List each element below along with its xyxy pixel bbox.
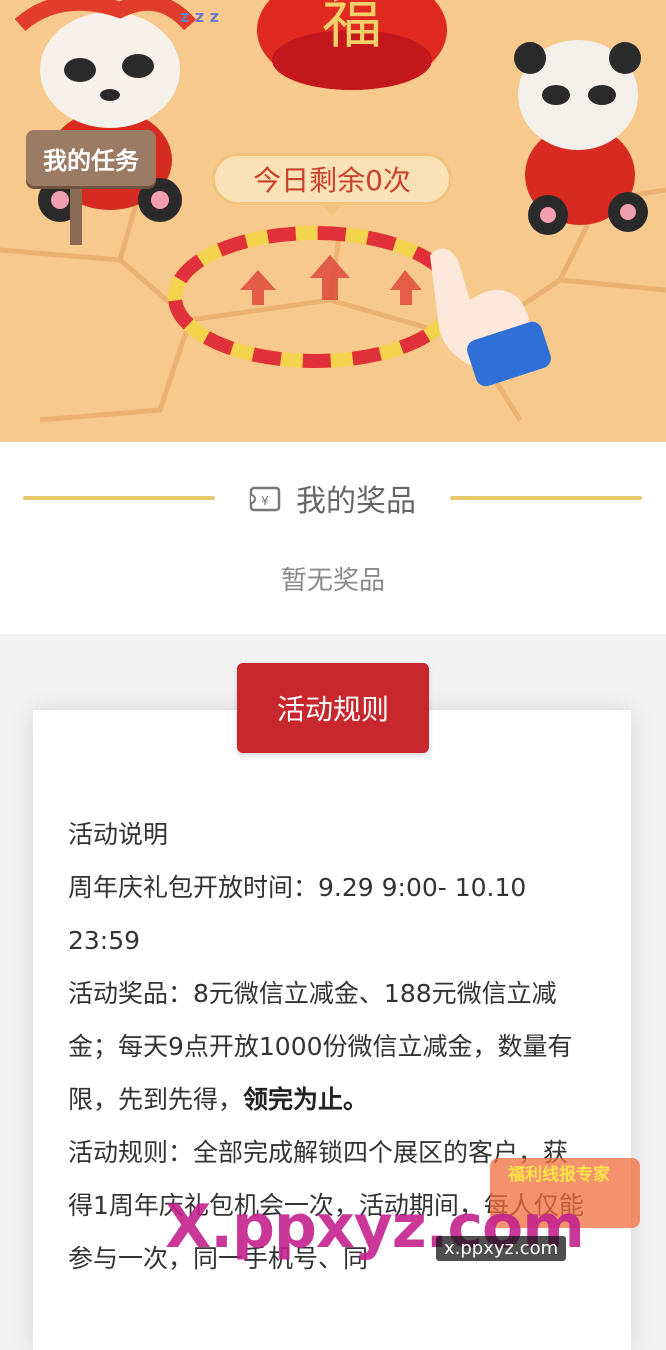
ticket-icon: ¥ — [249, 486, 281, 512]
remaining-count-bubble: 今日剩余0次 — [212, 153, 452, 216]
rules-prizes-bold: 领完为止。 — [243, 1085, 369, 1114]
watermark-badge-text: 福利线报专家 — [508, 1165, 610, 1185]
activity-rules-button[interactable]: 活动规则 — [237, 663, 429, 753]
empty-prize-text: 暂无奖品 — [280, 566, 385, 596]
panda-left-icon: z z z — [14, 0, 219, 222]
lantern-icon: 福 — [257, 0, 447, 90]
my-task-button[interactable]: 我的任务 — [26, 130, 156, 186]
rules-open-time: 周年庆礼包开放时间：9.29 9:00- 10.10 23:59 — [68, 873, 527, 955]
swipe-arrows-icon — [240, 255, 422, 305]
panda-right-icon — [514, 40, 648, 235]
watermark-small: x.ppxyz.com — [436, 1236, 567, 1261]
prize-title-label: 我的奖品 — [296, 484, 416, 519]
divider-left — [23, 496, 215, 500]
divider-right — [450, 496, 642, 500]
svg-text:z z z: z z z — [180, 7, 219, 26]
game-scene: 福 z z z — [0, 0, 666, 423]
hand-pointer-icon — [430, 248, 551, 387]
svg-text:¥: ¥ — [261, 494, 269, 508]
rules-heading: 活动说明 — [68, 820, 169, 849]
my-prizes-section: ¥ 我的奖品 暂无奖品 — [0, 442, 666, 634]
lantern-text: 福 — [322, 0, 382, 57]
hoop-icon — [168, 226, 462, 368]
game-hero: 福 z z z 我的任务 今日剩余0次 — [0, 0, 666, 442]
rules-prizes: 活动奖品：8元微信立减金、188元微信立减金；每天9点开放1000份微信立减金，… — [68, 967, 588, 1126]
prize-title: ¥ 我的奖品 — [248, 476, 416, 520]
